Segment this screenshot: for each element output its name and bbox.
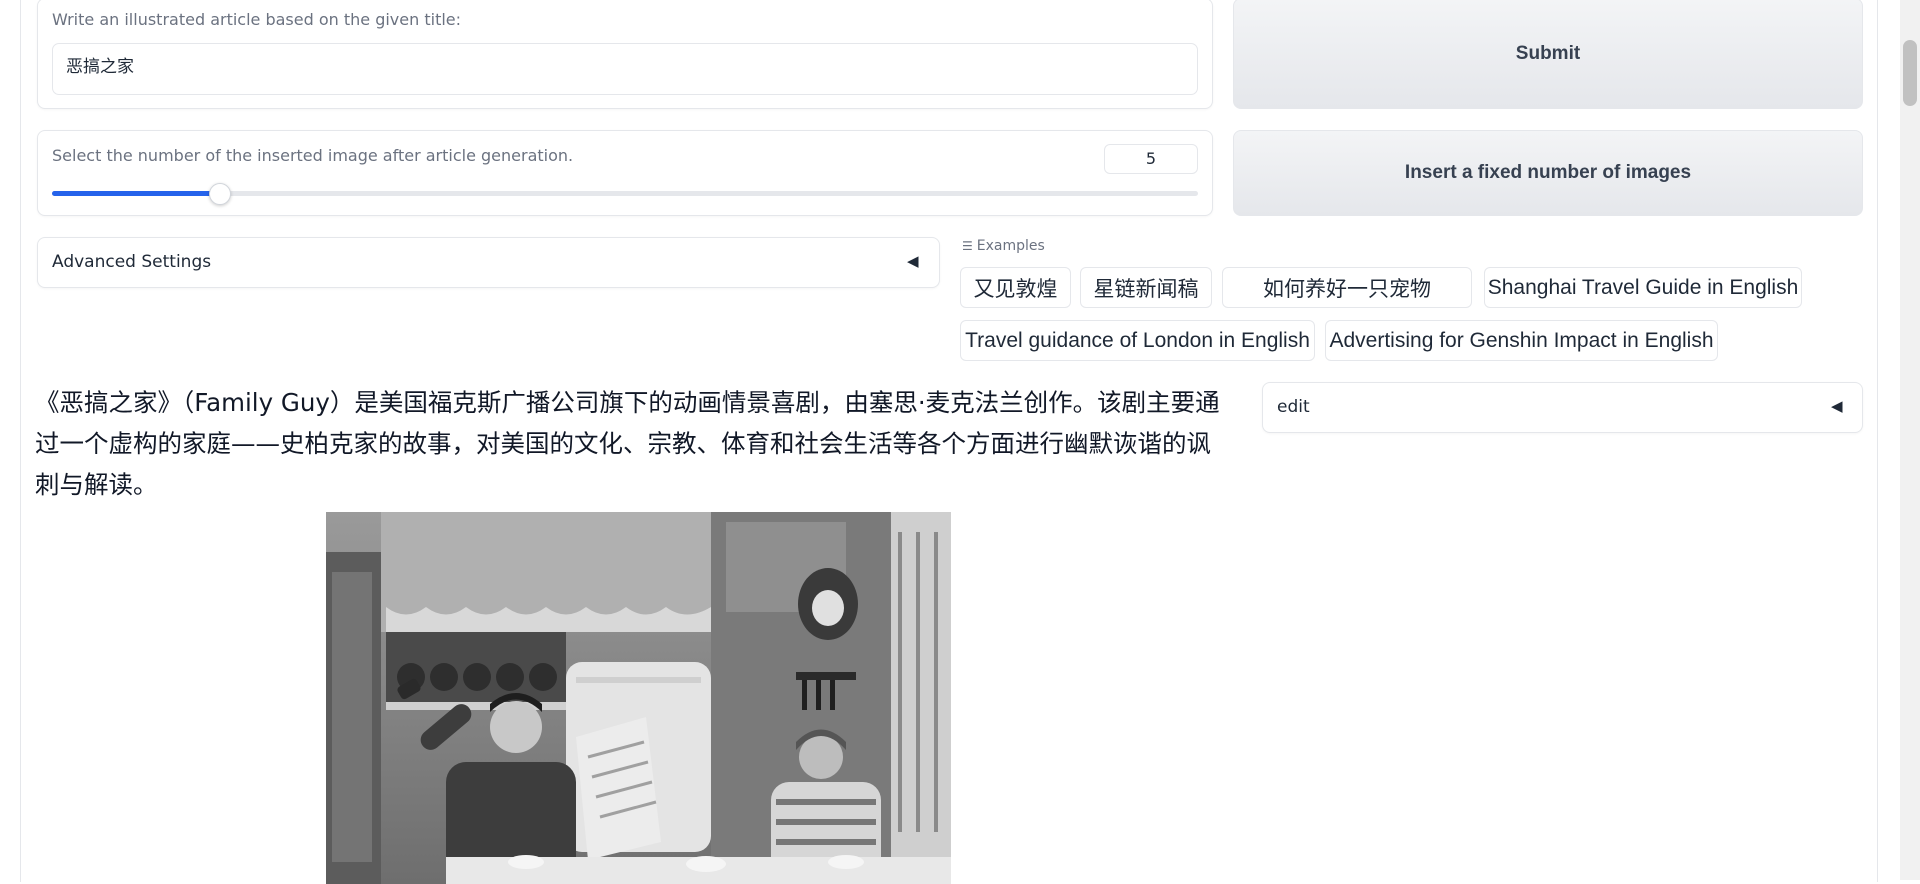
advanced-settings-accordion[interactable]: Advanced Settings ◀	[37, 237, 940, 288]
list-icon: ☰	[962, 239, 973, 253]
page-scrollbar-thumb[interactable]	[1903, 40, 1917, 106]
collapse-triangle-icon[interactable]: ◀	[1831, 397, 1843, 415]
examples-label: Examples	[976, 238, 1045, 254]
title-input[interactable]: 恶搞之家	[52, 43, 1198, 95]
example-item[interactable]: Travel guidance of London in English	[960, 320, 1315, 361]
image-count-panel: Select the number of the inserted image …	[37, 130, 1213, 216]
edit-accordion[interactable]: edit ◀	[1262, 382, 1863, 433]
examples-header: ☰ Examples	[962, 238, 1045, 254]
example-item[interactable]: 如何养好一只宠物	[1222, 267, 1472, 308]
article-paragraph: 《恶搞之家》（Family Guy）是美国福克斯广播公司旗下的动画情景喜剧，由塞…	[35, 388, 1220, 499]
image-count-number-input[interactable]: 5	[1104, 144, 1198, 174]
collapse-triangle-icon[interactable]: ◀	[907, 252, 919, 270]
page-scrollbar[interactable]	[1900, 0, 1920, 880]
submit-button[interactable]: Submit	[1233, 0, 1863, 109]
example-item[interactable]: 又见敦煌	[960, 267, 1071, 308]
insert-images-button[interactable]: Insert a fixed number of images	[1233, 130, 1863, 216]
example-item[interactable]: Advertising for Genshin Impact in Englis…	[1325, 320, 1718, 361]
image-count-slider-thumb[interactable]	[209, 183, 232, 205]
title-input-label: Write an illustrated article based on th…	[52, 10, 462, 29]
title-input-panel: Write an illustrated article based on th…	[37, 0, 1213, 109]
edit-label: edit	[1277, 397, 1310, 417]
advanced-settings-label: Advanced Settings	[52, 252, 212, 272]
image-count-label: Select the number of the inserted image …	[52, 146, 574, 165]
image-count-slider-fill	[52, 191, 221, 196]
example-item[interactable]: 星链新闻稿	[1080, 267, 1212, 308]
article-image	[326, 512, 951, 884]
kitchen-scene-illustration	[326, 512, 951, 884]
example-item[interactable]: Shanghai Travel Guide in English	[1484, 267, 1802, 308]
